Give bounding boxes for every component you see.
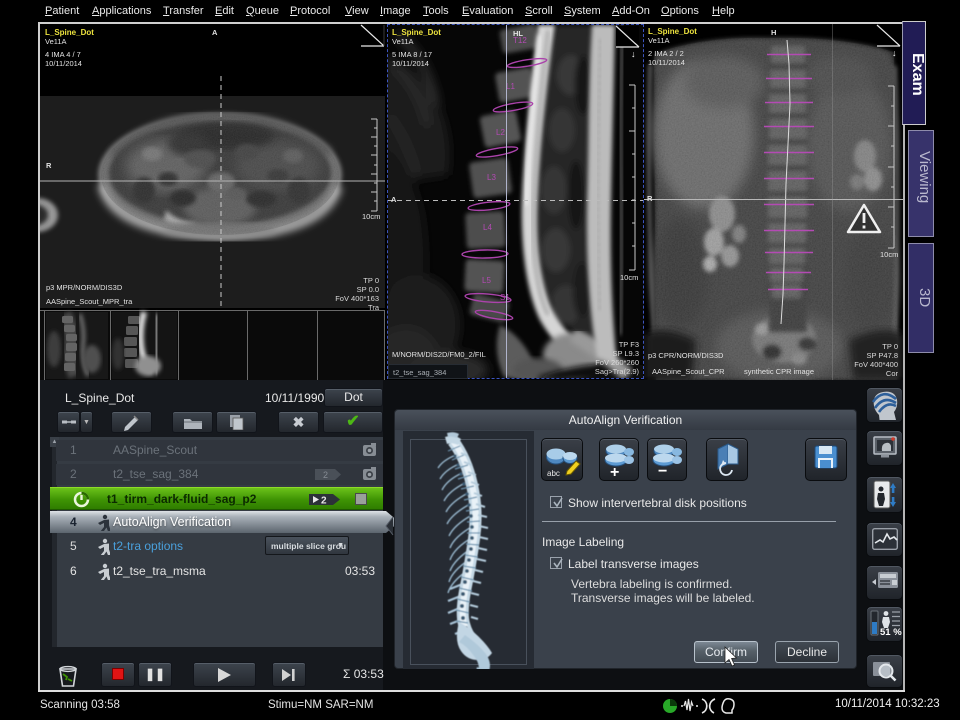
svg-text:↓: ↓ xyxy=(631,49,636,59)
svg-text:↓: ↓ xyxy=(892,48,897,58)
svg-text:2: 2 xyxy=(323,470,328,480)
svg-text:+: + xyxy=(610,464,619,479)
svg-text:L3: L3 xyxy=(487,173,496,182)
svg-text:abc: abc xyxy=(547,469,560,478)
svg-text:−: − xyxy=(658,463,667,479)
svg-text:L4: L4 xyxy=(483,223,492,232)
svg-text:L1: L1 xyxy=(506,82,515,91)
svg-text:L2: L2 xyxy=(496,128,505,137)
svg-text:2: 2 xyxy=(321,496,327,507)
svg-text:L5: L5 xyxy=(482,276,491,285)
svg-text:S1: S1 xyxy=(500,293,510,302)
